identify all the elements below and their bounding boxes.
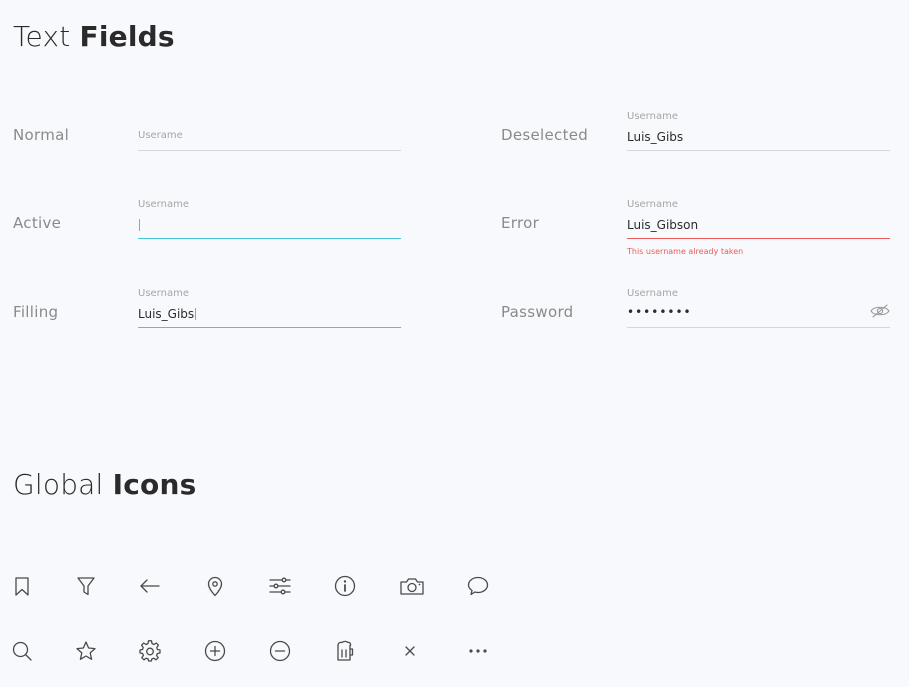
text-fields-title-bold: Fields [79,20,175,53]
password-field[interactable]: Username •••••••• [627,288,890,328]
location-pin-icon[interactable] [204,575,226,597]
star-icon[interactable] [75,640,97,662]
username-field-active[interactable]: Username [138,199,401,239]
username-field-filling[interactable]: Username Luis_Gibs [138,288,401,328]
close-icon[interactable] [399,640,421,662]
field-underline [627,150,890,151]
field-label: Username [138,288,189,299]
more-horizontal-icon[interactable] [467,640,489,662]
state-label-password: Password [501,303,574,321]
username-field-normal[interactable]: Userame [138,111,401,151]
state-label-active: Active [13,214,62,232]
text-fields-title-light: Text [13,20,71,53]
username-field-deselected[interactable]: Username Luis_Gibs [627,111,890,151]
beer-mug-icon[interactable] [334,640,356,662]
field-underline [627,327,890,328]
global-icons-title: Global Icons [13,468,197,501]
field-underline [627,237,890,239]
gear-icon[interactable] [139,640,161,662]
state-label-filling: Filling [13,303,59,321]
global-icons-title-bold: Icons [112,468,197,501]
field-underline [138,237,401,239]
state-label-normal: Normal [13,126,70,144]
camera-icon[interactable] [399,575,425,597]
sliders-icon[interactable] [269,575,291,597]
field-underline [138,326,401,328]
field-placeholder: Userame [138,130,183,141]
error-message: This username already taken [627,247,744,256]
minus-circle-icon[interactable] [269,640,291,662]
field-label: Username [627,111,678,122]
field-label: Username [627,288,678,299]
eye-off-icon[interactable] [870,303,890,319]
text-caret [195,308,197,320]
field-label: Username [627,199,678,210]
text-caret [139,219,140,231]
arrow-left-icon[interactable] [139,575,161,597]
filter-icon[interactable] [75,575,97,597]
field-value: Luis_Gibson [627,218,699,232]
chat-bubble-icon[interactable] [467,575,489,597]
field-value: Luis_Gibs [138,307,195,321]
field-value-container [138,218,140,232]
state-label-deselected: Deselected [501,126,589,144]
field-underline [138,150,401,151]
info-icon[interactable] [334,575,356,597]
field-label: Username [138,199,189,210]
field-value: Luis_Gibs [627,130,684,144]
text-fields-title: Text Fields [13,20,175,53]
bookmark-icon[interactable] [11,575,33,597]
password-value: •••••••• [627,305,692,319]
plus-circle-icon[interactable] [204,640,226,662]
field-value-container: Luis_Gibs [138,307,197,321]
state-label-error: Error [501,214,540,232]
global-icons-title-light: Global [13,468,104,501]
search-icon[interactable] [11,640,33,662]
username-field-error[interactable]: Username Luis_Gibson This username alrea… [627,199,890,256]
